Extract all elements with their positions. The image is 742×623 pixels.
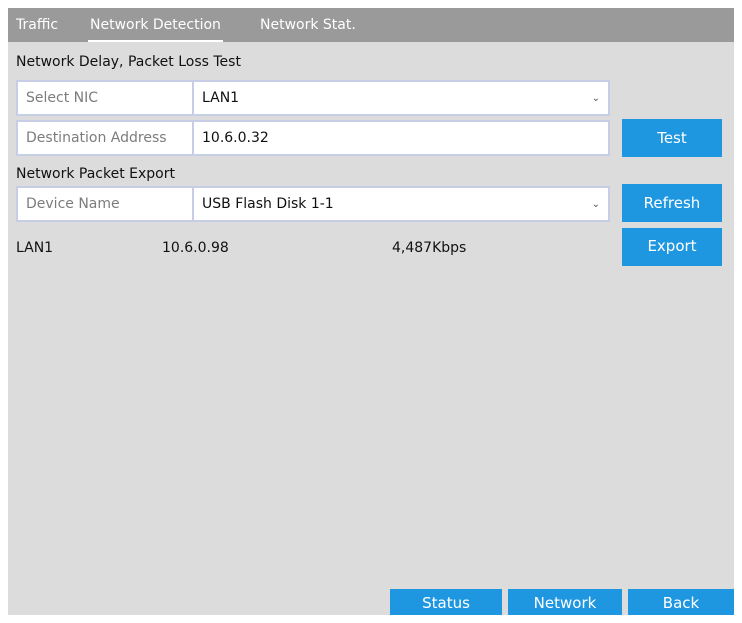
chevron-down-icon[interactable]: ⌄ — [592, 82, 600, 114]
test-button[interactable]: Test — [622, 119, 722, 157]
export-button[interactable]: Export — [622, 228, 722, 266]
interface-rate: 4,487Kbps — [392, 240, 467, 256]
select-nic-value[interactable]: LAN1 — [196, 82, 239, 114]
section-title-delay-test: Network Delay, Packet Loss Test — [16, 54, 241, 70]
tab-network-stat[interactable]: Network Stat. — [260, 16, 356, 34]
status-button[interactable]: Status — [390, 589, 502, 615]
destination-address-row[interactable]: Destination Address 10.6.0.32 — [16, 120, 610, 156]
device-name-value[interactable]: USB Flash Disk 1-1 — [196, 188, 334, 220]
interface-name: LAN1 — [16, 240, 54, 256]
destination-address-input[interactable]: 10.6.0.32 — [196, 122, 269, 154]
destination-address-label: Destination Address — [18, 122, 194, 154]
refresh-button[interactable]: Refresh — [622, 184, 722, 222]
tab-traffic[interactable]: Traffic — [16, 16, 58, 34]
tab-bar: Traffic Network Detection Network Stat. — [8, 8, 734, 42]
section-title-packet-export: Network Packet Export — [16, 166, 175, 182]
device-name-label: Device Name — [18, 188, 194, 220]
back-button[interactable]: Back — [628, 589, 734, 615]
select-nic-label: Select NIC — [18, 82, 194, 114]
network-detection-window: Traffic Network Detection Network Stat. … — [8, 8, 734, 615]
device-name-row[interactable]: Device Name USB Flash Disk 1-1 ⌄ — [16, 186, 610, 222]
select-nic-row[interactable]: Select NIC LAN1 ⌄ — [16, 80, 610, 116]
interface-ip: 10.6.0.98 — [162, 240, 229, 256]
tab-network-detection[interactable]: Network Detection — [88, 16, 223, 42]
network-button[interactable]: Network — [508, 589, 622, 615]
chevron-down-icon[interactable]: ⌄ — [592, 188, 600, 220]
